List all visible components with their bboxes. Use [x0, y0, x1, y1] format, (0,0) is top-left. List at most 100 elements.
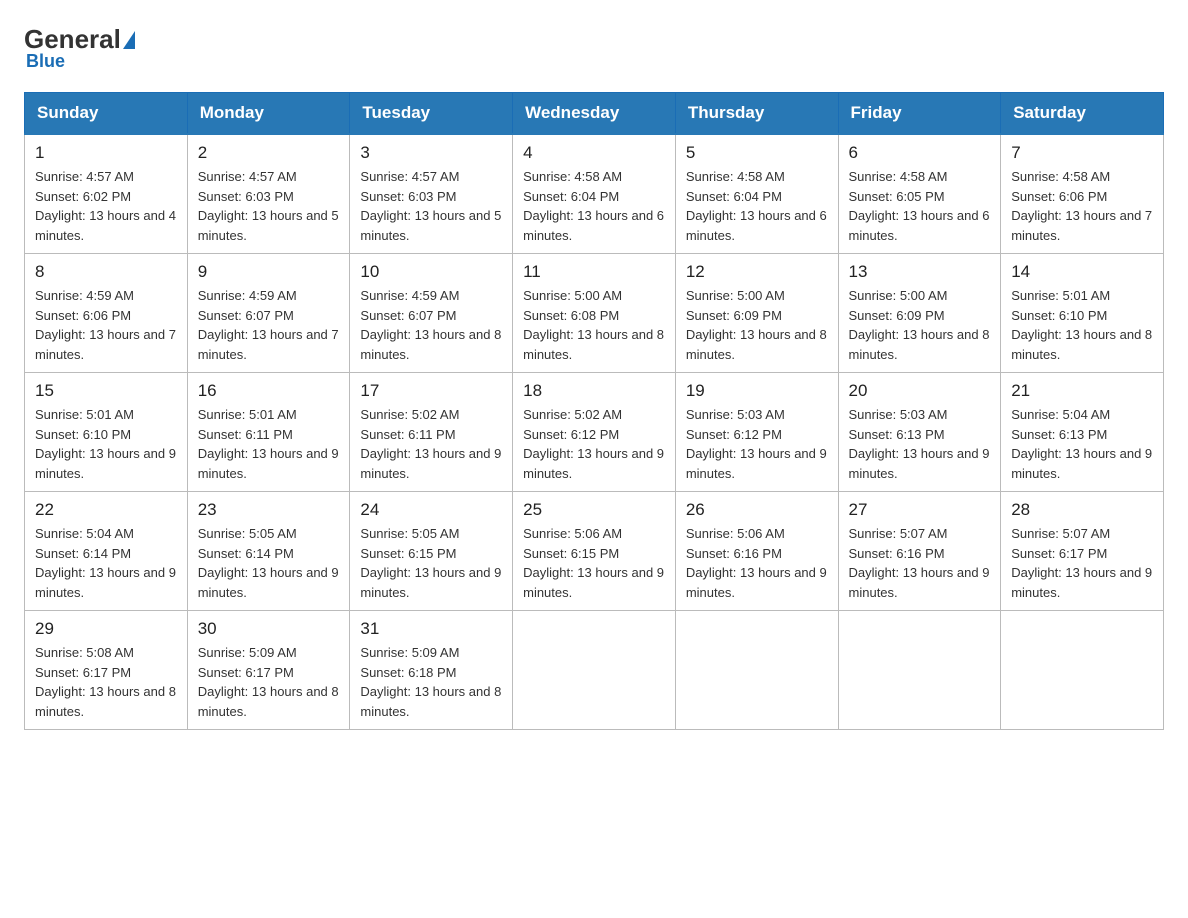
- day-info: Sunrise: 5:00 AMSunset: 6:09 PMDaylight:…: [686, 286, 828, 364]
- day-info: Sunrise: 5:08 AMSunset: 6:17 PMDaylight:…: [35, 643, 177, 721]
- day-number: 23: [198, 500, 340, 520]
- day-info: Sunrise: 4:57 AMSunset: 6:03 PMDaylight:…: [360, 167, 502, 245]
- day-info: Sunrise: 5:04 AMSunset: 6:13 PMDaylight:…: [1011, 405, 1153, 483]
- day-cell: 24 Sunrise: 5:05 AMSunset: 6:15 PMDayligh…: [350, 492, 513, 611]
- day-number: 3: [360, 143, 502, 163]
- day-cell: 4Sunrise: 4:58 AMSunset: 6:04 PMDaylight…: [513, 134, 676, 254]
- week-row-2: 8 Sunrise: 4:59 AMSunset: 6:06 PMDaylight…: [25, 254, 1164, 373]
- day-number: 2: [198, 143, 340, 163]
- day-number: 21: [1011, 381, 1153, 401]
- day-info: Sunrise: 4:59 AMSunset: 6:06 PMDaylight:…: [35, 286, 177, 364]
- day-info: Sunrise: 5:09 AMSunset: 6:17 PMDaylight:…: [198, 643, 340, 721]
- day-number: 1: [35, 143, 177, 163]
- day-info: Sunrise: 5:01 AMSunset: 6:10 PMDaylight:…: [1011, 286, 1153, 364]
- day-info: Sunrise: 5:05 AMSunset: 6:15 PMDaylight:…: [360, 524, 502, 602]
- day-number: 28: [1011, 500, 1153, 520]
- logo-triangle-icon: [123, 31, 135, 49]
- column-header-tuesday: Tuesday: [350, 93, 513, 135]
- day-cell: 14 Sunrise: 5:01 AMSunset: 6:10 PMDayligh…: [1001, 254, 1164, 373]
- day-number: 7: [1011, 143, 1153, 163]
- day-info: Sunrise: 5:05 AMSunset: 6:14 PMDaylight:…: [198, 524, 340, 602]
- day-info: Sunrise: 5:09 AMSunset: 6:18 PMDaylight:…: [360, 643, 502, 721]
- column-header-sunday: Sunday: [25, 93, 188, 135]
- day-number: 13: [849, 262, 991, 282]
- column-header-friday: Friday: [838, 93, 1001, 135]
- day-number: 12: [686, 262, 828, 282]
- calendar-table: SundayMondayTuesdayWednesdayThursdayFrid…: [24, 92, 1164, 730]
- day-info: Sunrise: 5:06 AMSunset: 6:15 PMDaylight:…: [523, 524, 665, 602]
- day-number: 14: [1011, 262, 1153, 282]
- day-info: Sunrise: 5:01 AMSunset: 6:11 PMDaylight:…: [198, 405, 340, 483]
- day-cell: 19Sunrise: 5:03 AMSunset: 6:12 PMDayligh…: [675, 373, 838, 492]
- day-cell: 7 Sunrise: 4:58 AMSunset: 6:06 PMDaylight…: [1001, 134, 1164, 254]
- day-info: Sunrise: 5:03 AMSunset: 6:12 PMDaylight:…: [686, 405, 828, 483]
- page-header: General Blue: [24, 24, 1164, 72]
- day-cell: 22 Sunrise: 5:04 AMSunset: 6:14 PMDayligh…: [25, 492, 188, 611]
- day-info: Sunrise: 4:58 AMSunset: 6:06 PMDaylight:…: [1011, 167, 1153, 245]
- column-header-saturday: Saturday: [1001, 93, 1164, 135]
- day-cell: [1001, 611, 1164, 730]
- column-header-thursday: Thursday: [675, 93, 838, 135]
- day-cell: [675, 611, 838, 730]
- week-row-4: 22 Sunrise: 5:04 AMSunset: 6:14 PMDayligh…: [25, 492, 1164, 611]
- day-number: 18: [523, 381, 665, 401]
- day-number: 30: [198, 619, 340, 639]
- day-number: 27: [849, 500, 991, 520]
- day-info: Sunrise: 5:06 AMSunset: 6:16 PMDaylight:…: [686, 524, 828, 602]
- day-cell: 18 Sunrise: 5:02 AMSunset: 6:12 PMDayligh…: [513, 373, 676, 492]
- day-info: Sunrise: 5:03 AMSunset: 6:13 PMDaylight:…: [849, 405, 991, 483]
- day-number: 24: [360, 500, 502, 520]
- calendar-header-row: SundayMondayTuesdayWednesdayThursdayFrid…: [25, 93, 1164, 135]
- day-number: 29: [35, 619, 177, 639]
- day-info: Sunrise: 5:07 AMSunset: 6:16 PMDaylight:…: [849, 524, 991, 602]
- day-cell: [513, 611, 676, 730]
- day-cell: 29 Sunrise: 5:08 AMSunset: 6:17 PMDayligh…: [25, 611, 188, 730]
- day-info: Sunrise: 4:58 AMSunset: 6:05 PMDaylight:…: [849, 167, 991, 245]
- day-cell: 5 Sunrise: 4:58 AMSunset: 6:04 PMDaylight…: [675, 134, 838, 254]
- day-info: Sunrise: 4:58 AMSunset: 6:04 PMDaylight:…: [686, 167, 828, 245]
- day-number: 25: [523, 500, 665, 520]
- day-info: Sunrise: 5:02 AMSunset: 6:12 PMDaylight:…: [523, 405, 665, 483]
- day-number: 20: [849, 381, 991, 401]
- day-cell: 20 Sunrise: 5:03 AMSunset: 6:13 PMDayligh…: [838, 373, 1001, 492]
- day-info: Sunrise: 5:07 AMSunset: 6:17 PMDaylight:…: [1011, 524, 1153, 602]
- day-number: 6: [849, 143, 991, 163]
- day-info: Sunrise: 4:59 AMSunset: 6:07 PMDaylight:…: [198, 286, 340, 364]
- week-row-5: 29 Sunrise: 5:08 AMSunset: 6:17 PMDayligh…: [25, 611, 1164, 730]
- day-cell: 27 Sunrise: 5:07 AMSunset: 6:16 PMDayligh…: [838, 492, 1001, 611]
- week-row-1: 1Sunrise: 4:57 AMSunset: 6:02 PMDaylight…: [25, 134, 1164, 254]
- day-number: 4: [523, 143, 665, 163]
- day-info: Sunrise: 5:01 AMSunset: 6:10 PMDaylight:…: [35, 405, 177, 483]
- day-number: 15: [35, 381, 177, 401]
- day-cell: 23 Sunrise: 5:05 AMSunset: 6:14 PMDayligh…: [187, 492, 350, 611]
- day-cell: 6 Sunrise: 4:58 AMSunset: 6:05 PMDaylight…: [838, 134, 1001, 254]
- day-number: 5: [686, 143, 828, 163]
- day-cell: 25 Sunrise: 5:06 AMSunset: 6:15 PMDayligh…: [513, 492, 676, 611]
- day-cell: 11Sunrise: 5:00 AMSunset: 6:08 PMDayligh…: [513, 254, 676, 373]
- day-info: Sunrise: 5:04 AMSunset: 6:14 PMDaylight:…: [35, 524, 177, 602]
- day-cell: 8 Sunrise: 4:59 AMSunset: 6:06 PMDaylight…: [25, 254, 188, 373]
- day-number: 11: [523, 262, 665, 282]
- column-header-wednesday: Wednesday: [513, 93, 676, 135]
- day-cell: 31Sunrise: 5:09 AMSunset: 6:18 PMDayligh…: [350, 611, 513, 730]
- day-cell: 15 Sunrise: 5:01 AMSunset: 6:10 PMDayligh…: [25, 373, 188, 492]
- day-cell: 9Sunrise: 4:59 AMSunset: 6:07 PMDaylight…: [187, 254, 350, 373]
- day-cell: 21 Sunrise: 5:04 AMSunset: 6:13 PMDayligh…: [1001, 373, 1164, 492]
- day-cell: 13 Sunrise: 5:00 AMSunset: 6:09 PMDayligh…: [838, 254, 1001, 373]
- day-cell: 30 Sunrise: 5:09 AMSunset: 6:17 PMDayligh…: [187, 611, 350, 730]
- day-info: Sunrise: 5:02 AMSunset: 6:11 PMDaylight:…: [360, 405, 502, 483]
- day-info: Sunrise: 4:57 AMSunset: 6:03 PMDaylight:…: [198, 167, 340, 245]
- day-info: Sunrise: 5:00 AMSunset: 6:09 PMDaylight:…: [849, 286, 991, 364]
- logo-blue-text: Blue: [26, 51, 65, 72]
- day-info: Sunrise: 4:59 AMSunset: 6:07 PMDaylight:…: [360, 286, 502, 364]
- day-number: 22: [35, 500, 177, 520]
- day-number: 8: [35, 262, 177, 282]
- day-number: 16: [198, 381, 340, 401]
- day-cell: 12 Sunrise: 5:00 AMSunset: 6:09 PMDayligh…: [675, 254, 838, 373]
- day-cell: 16 Sunrise: 5:01 AMSunset: 6:11 PMDayligh…: [187, 373, 350, 492]
- day-cell: 2 Sunrise: 4:57 AMSunset: 6:03 PMDaylight…: [187, 134, 350, 254]
- logo: General Blue: [24, 24, 137, 72]
- day-cell: 28 Sunrise: 5:07 AMSunset: 6:17 PMDayligh…: [1001, 492, 1164, 611]
- week-row-3: 15 Sunrise: 5:01 AMSunset: 6:10 PMDayligh…: [25, 373, 1164, 492]
- day-number: 26: [686, 500, 828, 520]
